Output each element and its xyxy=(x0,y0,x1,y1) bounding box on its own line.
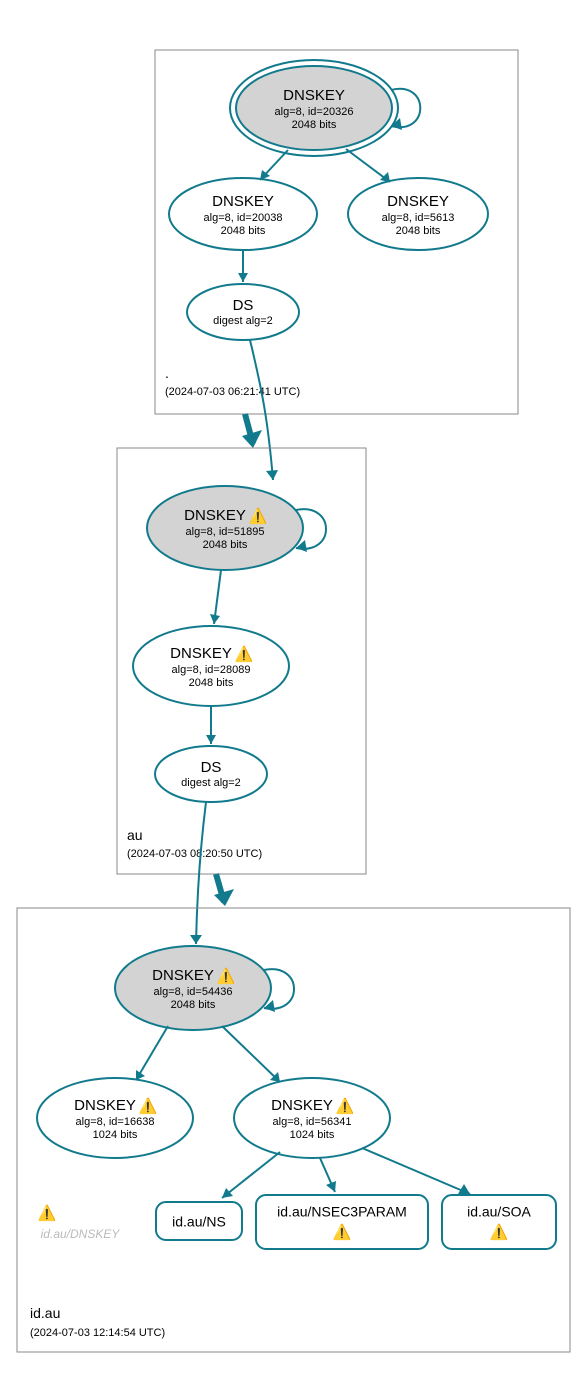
node-idau-ghost-dnskey: ⚠️ id.au/DNSKEY xyxy=(38,1204,121,1241)
svg-text:2048 bits: 2048 bits xyxy=(171,999,216,1011)
edge-zsk2-ns xyxy=(222,1152,280,1198)
edge-idau-ksk-zsk2 xyxy=(222,1026,280,1082)
warning-icon: ⚠️ xyxy=(490,1223,509,1241)
rr-idau-ns: id.au/NS xyxy=(156,1202,242,1240)
svg-text:1024 bits: 1024 bits xyxy=(290,1129,335,1141)
svg-text:DS: DS xyxy=(201,759,222,776)
zone-ts-au: (2024-07-03 08:20:50 UTC) xyxy=(127,848,262,860)
node-au-ksk: DNSKEY ⚠️ alg=8, id=51895 2048 bits xyxy=(147,486,303,570)
svg-text:alg=8, id=54436: alg=8, id=54436 xyxy=(154,986,233,998)
node-idau-zsk-56341: DNSKEY ⚠️ alg=8, id=56341 1024 bits xyxy=(234,1078,390,1158)
svg-text:alg=8, id=56341: alg=8, id=56341 xyxy=(273,1116,352,1128)
svg-text:DNSKEY: DNSKEY xyxy=(184,507,246,524)
node-au-zsk: DNSKEY ⚠️ alg=8, id=28089 2048 bits xyxy=(133,626,289,706)
svg-text:id.au/SOA: id.au/SOA xyxy=(467,1204,531,1220)
svg-text:alg=8, id=51895: alg=8, id=51895 xyxy=(186,526,265,538)
node-root-ds: DS digest alg=2 xyxy=(187,284,299,340)
zone-ts-root: (2024-07-03 06:21:41 UTC) xyxy=(165,386,300,398)
svg-text:1024 bits: 1024 bits xyxy=(93,1129,138,1141)
svg-text:alg=8, id=16638: alg=8, id=16638 xyxy=(76,1116,155,1128)
svg-text:id.au/NSEC3PARAM: id.au/NSEC3PARAM xyxy=(277,1204,407,1220)
dnssec-diagram: . (2024-07-03 06:21:41 UTC) DNSKEY alg=8… xyxy=(0,0,584,1378)
svg-text:2048 bits: 2048 bits xyxy=(396,225,441,237)
edge-au-ds-idau-ksk xyxy=(196,802,206,944)
edge-zsk2-soa xyxy=(362,1148,470,1194)
node-root-zsk-20038: DNSKEY alg=8, id=20038 2048 bits xyxy=(169,178,317,250)
zone-name-idau: id.au xyxy=(30,1305,60,1321)
warning-icon: ⚠️ xyxy=(336,1097,355,1115)
node-idau-ksk: DNSKEY ⚠️ alg=8, id=54436 2048 bits xyxy=(115,946,271,1030)
svg-text:id.au/NS: id.au/NS xyxy=(172,1214,226,1230)
svg-text:alg=8, id=5613: alg=8, id=5613 xyxy=(382,212,455,224)
zone-ts-idau: (2024-07-03 12:14:54 UTC) xyxy=(30,1327,165,1339)
svg-text:alg=8, id=20038: alg=8, id=20038 xyxy=(204,212,283,224)
edge-idau-ksk-zsk1 xyxy=(136,1026,168,1080)
svg-text:id.au/DNSKEY: id.au/DNSKEY xyxy=(41,1227,121,1241)
warning-icon: ⚠️ xyxy=(333,1223,352,1241)
node-idau-zsk-16638: DNSKEY ⚠️ alg=8, id=16638 1024 bits xyxy=(37,1078,193,1158)
svg-text:DNSKEY: DNSKEY xyxy=(170,645,232,662)
warning-icon: ⚠️ xyxy=(217,967,236,985)
svg-text:DNSKEY: DNSKEY xyxy=(212,193,274,210)
svg-text:alg=8, id=20326: alg=8, id=20326 xyxy=(275,106,354,118)
zone-name-au: au xyxy=(127,827,143,843)
node-au-ds: DS digest alg=2 xyxy=(155,746,267,802)
zone-name-root: . xyxy=(165,365,169,381)
svg-text:DNSKEY: DNSKEY xyxy=(271,1097,333,1114)
svg-text:digest alg=2: digest alg=2 xyxy=(213,315,273,327)
svg-text:DNSKEY: DNSKEY xyxy=(387,193,449,210)
node-root-ksk: DNSKEY alg=8, id=20326 2048 bits xyxy=(230,60,398,156)
svg-text:DS: DS xyxy=(233,297,254,314)
svg-text:2048 bits: 2048 bits xyxy=(189,677,234,689)
svg-text:2048 bits: 2048 bits xyxy=(203,539,248,551)
rr-idau-soa: id.au/SOA ⚠️ xyxy=(442,1195,556,1249)
warning-icon: ⚠️ xyxy=(249,507,268,525)
edge-root-ds-au-ksk xyxy=(250,340,273,480)
warning-icon: ⚠️ xyxy=(38,1204,57,1222)
warning-icon: ⚠️ xyxy=(139,1097,158,1115)
warning-icon: ⚠️ xyxy=(235,645,254,663)
svg-text:alg=8, id=28089: alg=8, id=28089 xyxy=(172,664,251,676)
svg-text:DNSKEY: DNSKEY xyxy=(152,967,214,984)
svg-text:DNSKEY: DNSKEY xyxy=(74,1097,136,1114)
svg-text:2048 bits: 2048 bits xyxy=(292,119,337,131)
rr-idau-nsec3param: id.au/NSEC3PARAM ⚠️ xyxy=(256,1195,428,1249)
svg-text:2048 bits: 2048 bits xyxy=(221,225,266,237)
svg-text:DNSKEY: DNSKEY xyxy=(283,87,345,104)
svg-text:digest alg=2: digest alg=2 xyxy=(181,777,241,789)
node-root-zsk-5613: DNSKEY alg=8, id=5613 2048 bits xyxy=(348,178,488,250)
